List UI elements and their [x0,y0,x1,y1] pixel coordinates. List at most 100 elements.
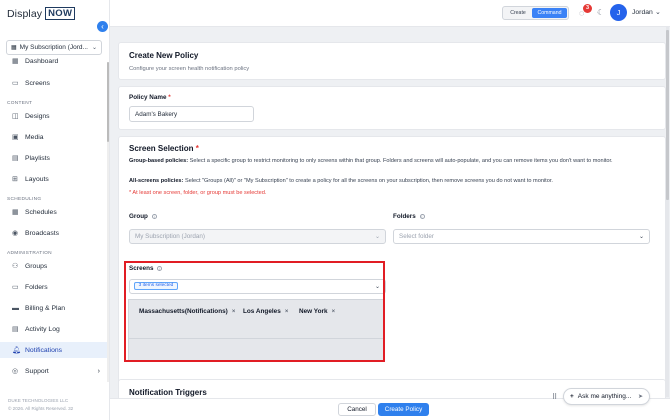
sidebar-item-label: Groups [25,262,48,270]
sidebar-item-billing[interactable]: ▬ Billing & Plan [0,300,108,316]
sidebar-item-broadcasts[interactable]: ◉ Broadcasts [0,225,108,241]
policy-name-input[interactable]: Adam's Bakery [129,106,254,122]
group-select: My Subscription (Jordan) ⌄ [129,229,386,244]
chevron-down-icon: ⌄ [91,45,97,51]
all-screens-text: Select "Groups (All)" or "My Subscriptio… [184,178,553,184]
sidebar-item-label: Broadcasts [25,229,60,237]
sidebar-item-label: Schedules [25,208,57,216]
sidebar-item-label: Folders [25,283,48,291]
selection-warning: * At least one screen, folder, or group … [129,190,267,196]
layout-icon: ⊞ [12,175,18,183]
sidebar-item-label: Media [25,133,44,141]
mode-create-button[interactable]: Create [504,10,532,16]
billing-icon: ▬ [12,304,19,312]
chevron-left-icon: ‹ [101,22,104,31]
sidebar-item-label: Billing & Plan [25,304,66,312]
send-icon[interactable]: ➤ [638,393,643,400]
broadcast-icon: ◉ [12,229,19,237]
support-icon: ◎ [12,367,19,375]
sidebar-item-support[interactable]: ◎ Support › [0,363,108,379]
sidebar-item-media[interactable]: ▣ Media [0,129,108,145]
chevron-down-icon: ⌄ [374,234,380,240]
group-based-label: Group-based policies: [129,158,189,164]
group-label: Group i [129,213,157,220]
bell-icon: 🔔︎ [12,346,21,354]
collapse-sidebar-button[interactable]: ‹ [97,21,108,32]
main-content: Create New Policy Configure your screen … [110,27,670,420]
chevron-down-icon[interactable]: ⌄ [655,8,661,16]
folders-label: Folders i [393,213,425,220]
folders-select[interactable]: Select folder ⌄ [393,229,650,244]
page-title: Create New Policy [129,51,199,60]
screen-selection-title: Screen Selection * [129,144,199,153]
sidebar-item-label: Dashboard [25,57,59,65]
theme-moon-icon[interactable]: ☾ [597,8,604,17]
footer-copyright: © 2026. All Rights Reserved. 32 [8,406,74,411]
sidebar-item-schedules[interactable]: ▦ Schedules [0,204,108,220]
drag-handle-icon[interactable]: ⠿ [552,393,557,401]
calendar-icon: ▦ [12,208,19,216]
group-label-text: Group [129,213,148,220]
mode-toggle[interactable]: Create Command [502,6,569,20]
sidebar-item-dashboard[interactable]: ▦ Dashboard [0,53,108,69]
group-based-text: Select a specific group to restrict moni… [189,158,613,164]
groups-icon: ⚇ [12,262,19,270]
sidebar-item-label: Layouts [25,175,49,183]
required-mark: * [195,144,199,153]
logo-box: NOW [45,7,76,20]
notification-triggers-title: Notification Triggers [129,388,207,397]
main-scroll-thumb[interactable] [666,30,669,200]
required-mark: * [168,94,171,101]
image-icon: ▣ [12,133,19,141]
info-icon[interactable]: i [151,213,157,219]
policy-name-label-text: Policy Name [129,94,167,101]
page-subtitle: Configure your screen health notificatio… [129,66,250,72]
group-select-value: My Subscription (Jordan) [135,233,205,240]
assistant-chat-input[interactable]: + Ask me anything... ➤ [563,388,650,405]
policy-name-value: Adam's Bakery [135,110,178,118]
user-name[interactable]: Jordan [632,9,653,16]
sidebar-item-notifications[interactable]: 🔔︎ Notifications [0,342,108,358]
folder-icon: ▭ [12,283,19,291]
design-icon: ◫ [12,112,19,120]
cancel-button[interactable]: Cancel [338,403,376,416]
logo-word: Display [7,7,43,20]
sidebar-item-folders[interactable]: ▭ Folders [0,279,108,295]
chevron-right-icon: › [97,367,100,375]
screens-highlight-box [124,261,385,362]
policy-name-label: Policy Name * [129,94,171,101]
info-icon[interactable]: i [419,213,425,219]
sidebar-item-label: Support [25,367,49,375]
sidebar-item-label: Designs [25,112,50,120]
sidebar-item-label: Screens [25,79,50,87]
sidebar-item-label: Playlists [25,154,50,162]
sidebar-scroll-thumb[interactable] [107,62,109,142]
dashboard-icon: ▦ [12,57,19,65]
policy-name-card: Policy Name * Adam's Bakery [118,86,666,130]
screen-selection-title-text: Screen Selection [129,144,194,153]
sidebar-item-activity-log[interactable]: ▤ Activity Log [0,321,108,337]
monitor-icon: ▭ [12,79,19,87]
section-heading-content: CONTENT [7,101,33,106]
mode-command-button[interactable]: Command [532,8,567,18]
sidebar-item-layouts[interactable]: ⊞ Layouts [0,171,108,187]
logo[interactable]: Display NOW [7,7,76,20]
assistant-prompt: Ask me anything... [577,393,632,400]
building-icon: ▦ [11,45,17,51]
sidebar-item-label: Activity Log [25,325,60,333]
sidebar-item-designs[interactable]: ◫ Designs [0,108,108,124]
log-icon: ▤ [12,325,19,333]
sidebar-item-screens[interactable]: ▭ Screens [0,75,108,91]
subscription-value: My Subscription (Jord... [19,44,88,51]
footer-company: DUKE TECHNOLOGIES LLC [8,398,69,403]
sidebar-item-playlists[interactable]: ▤ Playlists [0,150,108,166]
sidebar-item-groups[interactable]: ⚇ Groups [0,258,108,274]
chevron-down-icon: ⌄ [638,234,644,240]
page-header-card: Create New Policy Configure your screen … [118,42,666,80]
avatar[interactable]: J [610,4,627,21]
notification-count-badge: 3 [583,4,592,13]
folders-label-text: Folders [393,213,416,220]
all-screens-label: All-screens policies: [129,178,184,184]
sidebar-item-label: Notifications [25,346,63,354]
create-policy-button[interactable]: Create Policy [378,403,429,416]
